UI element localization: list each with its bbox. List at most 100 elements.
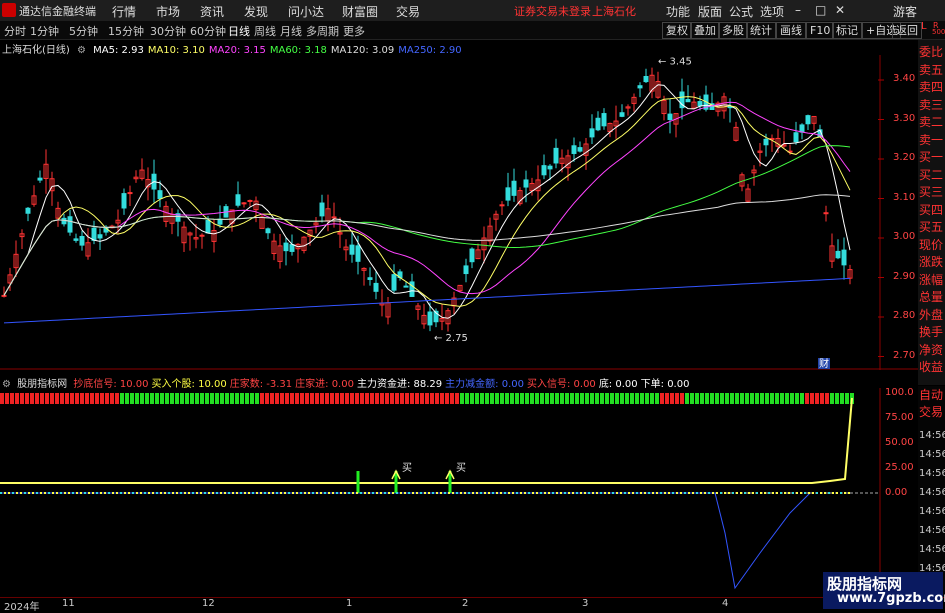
- signal-cell: [715, 393, 719, 404]
- blue-line: [0, 492, 811, 590]
- signal-cell: [180, 393, 184, 404]
- indicator-chart[interactable]: 买买: [0, 388, 918, 596]
- quote-panel: L R 500 委比 卖五 卖四 卖三 卖二 卖一 买一 买二 买三 买四 买五 现价 涨跌 涨幅 总量 外盘…: [918, 21, 945, 385]
- btn-fuquan[interactable]: 复权: [662, 22, 692, 39]
- ind-dot: [404, 492, 406, 494]
- menu-gongneng[interactable]: 功能: [666, 3, 690, 20]
- ind-tick: 0.00: [885, 487, 908, 498]
- ind-dot: [192, 492, 194, 494]
- btn-diejia[interactable]: 叠加: [690, 22, 720, 39]
- candle: [523, 170, 529, 203]
- menu-xuanxiang[interactable]: 选项: [760, 3, 784, 20]
- btn-biaoji[interactable]: 标记: [832, 22, 862, 39]
- ind-dot: [36, 492, 38, 494]
- btn-fanhui[interactable]: 返回: [892, 22, 922, 39]
- ind-dot: [452, 492, 454, 494]
- tab-30min[interactable]: 30分钟: [150, 23, 186, 39]
- ind-dot: [608, 492, 610, 494]
- menu-hangqing[interactable]: 行情: [112, 3, 136, 20]
- btn-tongji[interactable]: 统计: [746, 22, 776, 39]
- signal-cell: [735, 393, 739, 404]
- signal-cell: [330, 393, 334, 404]
- signal-cell: [260, 393, 264, 404]
- price-tick: 2.80: [893, 310, 916, 321]
- ind-dot: [92, 492, 94, 494]
- tab-duozhouqi[interactable]: 多周期: [306, 23, 339, 39]
- menu-caifuquan[interactable]: 财富圈: [342, 3, 378, 20]
- ind-dot: [536, 492, 538, 494]
- tab-gengduo[interactable]: 更多: [343, 23, 365, 39]
- ind-dot: [128, 492, 130, 494]
- signal-cell: [75, 393, 79, 404]
- tab-rixian[interactable]: 日线: [228, 23, 250, 39]
- ind-dot: [524, 492, 526, 494]
- menu-gongshi[interactable]: 公式: [729, 3, 753, 20]
- signal-cell: [90, 393, 94, 404]
- price-tick: 2.70: [893, 349, 916, 361]
- candle: [67, 209, 73, 236]
- tab-yuexian[interactable]: 月线: [280, 23, 302, 39]
- tab-1min[interactable]: 1分钟: [30, 23, 59, 39]
- signal-cell: [10, 393, 14, 404]
- ind-dot: [532, 492, 534, 494]
- tab-zhouxian[interactable]: 周线: [254, 23, 276, 39]
- ind-dot: [8, 492, 10, 494]
- tab-fenshi[interactable]: 分时: [4, 23, 26, 39]
- tab-60min[interactable]: 60分钟: [190, 23, 226, 39]
- signal-cell: [785, 393, 789, 404]
- menu-shichang[interactable]: 市场: [156, 3, 180, 20]
- menu-zixun[interactable]: 资讯: [200, 3, 224, 20]
- tab-15min[interactable]: 15分钟: [108, 23, 144, 39]
- signal-cell: [255, 393, 259, 404]
- ind-dot: [392, 492, 394, 494]
- signal-cell: [220, 393, 224, 404]
- ind-dot: [824, 492, 826, 494]
- ind-dot: [44, 492, 46, 494]
- menu-banmian[interactable]: 版面: [698, 3, 722, 20]
- minimize-icon[interactable]: –: [795, 3, 801, 17]
- signal-cell: [440, 393, 444, 404]
- ind-dot: [604, 492, 606, 494]
- btn-f10[interactable]: F10: [806, 22, 835, 39]
- ma10-line: [3, 96, 851, 307]
- ind-dot: [152, 492, 154, 494]
- ind-dot: [208, 492, 210, 494]
- ind-dot: [360, 492, 362, 494]
- maximize-icon[interactable]: □: [815, 3, 826, 17]
- indicator-axis: 100.0 75.00 50.00 25.00 0.00: [885, 387, 918, 596]
- menu-youke[interactable]: 游客: [893, 3, 917, 20]
- time-label: 14:56: [919, 487, 945, 498]
- btn-duogu[interactable]: 多股: [718, 22, 748, 39]
- signal-cell: [575, 393, 579, 404]
- signal-cell: [780, 393, 784, 404]
- candle: [577, 141, 583, 153]
- ind-dot: [40, 492, 42, 494]
- signal-cell: [695, 393, 699, 404]
- ind-dot: [428, 492, 430, 494]
- signal-cell: [775, 393, 779, 404]
- candle: [643, 68, 649, 84]
- ind-dot: [556, 492, 558, 494]
- btn-huaxian[interactable]: 画线: [776, 22, 806, 39]
- ind-dot: [16, 492, 18, 494]
- cai-badge-text: 财: [819, 357, 829, 370]
- candle: [31, 185, 37, 207]
- candle: [271, 233, 277, 261]
- tab-5min[interactable]: 5分钟: [69, 23, 98, 39]
- signal-cell: [675, 393, 679, 404]
- ind-dot: [840, 492, 842, 494]
- candle: [373, 271, 379, 300]
- signal-cell: [275, 393, 279, 404]
- kline-chart[interactable]: ← 3.45 ← 2.75 财: [0, 55, 918, 370]
- close-icon[interactable]: ✕: [835, 3, 845, 17]
- menu-faxian[interactable]: 发现: [244, 3, 268, 20]
- login-status: 证券交易未登录: [514, 5, 591, 18]
- ind-dot: [780, 492, 782, 494]
- candle: [139, 158, 145, 181]
- quote-field: 委比: [919, 45, 944, 59]
- signal-cell: [700, 393, 704, 404]
- signal-cell: [375, 393, 379, 404]
- ind-dot: [628, 492, 630, 494]
- menu-wenxiaoda[interactable]: 问小达: [288, 3, 324, 20]
- menu-jiaoyi[interactable]: 交易: [396, 3, 420, 20]
